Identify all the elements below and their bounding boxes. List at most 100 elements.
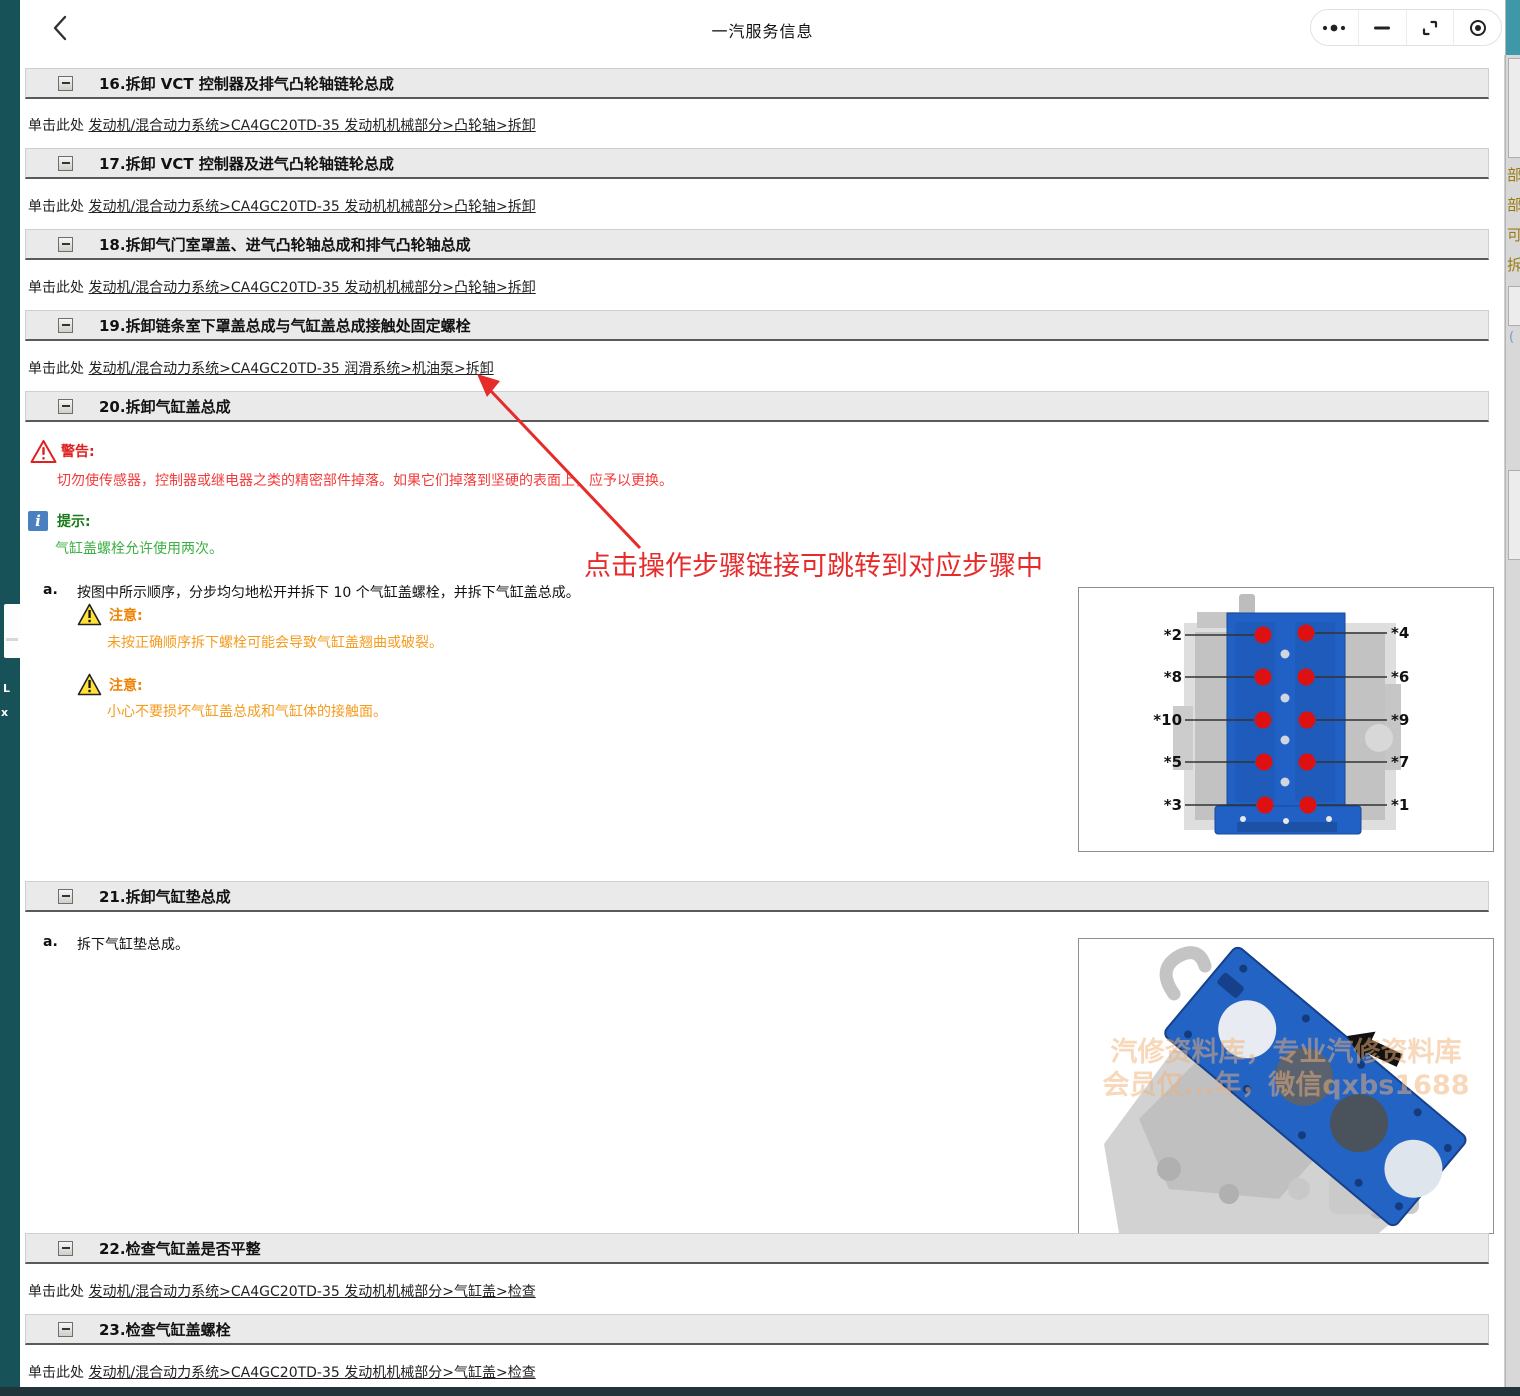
- step-marker: a.: [43, 934, 58, 950]
- section-header-16: 16.拆卸 VCT 控制器及排气凸轮轴链轮总成: [25, 68, 1489, 99]
- head-gasket-diagram-image: 汽修资料库，专业汽修资料库 会员仅...年，微信qxbs1688: [1102, 946, 1470, 1233]
- more-button[interactable]: [1311, 10, 1358, 45]
- click-here-label: 单击此处: [28, 1365, 84, 1381]
- collapse-minus-icon: [61, 324, 70, 326]
- clipped-text-fragment: 可: [1507, 226, 1520, 244]
- collapse-minus-icon: [61, 1328, 70, 1330]
- collapse-button[interactable]: [58, 75, 73, 91]
- watermark-text: 会员仅...年，微信qxbs1688: [1102, 1069, 1469, 1101]
- warning-triangle-icon: [30, 440, 57, 463]
- procedure-link[interactable]: 发动机/混合动力系统>CA4GC20TD-35 发动机机械部分>凸轮轴>拆卸: [88, 118, 535, 134]
- annotation-text: 点击操作步骤链接可跳转到对应步骤中: [584, 551, 1043, 582]
- click-here-label: 单击此处: [28, 199, 84, 215]
- warning-text: 切勿使传感器，控制器或继电器之类的精密部件掉落。如果它们掉落到坚硬的表面上，应予…: [57, 473, 673, 489]
- section-title: 23.检查气缸盖螺栓: [99, 1320, 231, 1339]
- section-header-20: 20.拆卸气缸盖总成: [25, 391, 1489, 422]
- tip-text: 气缸盖螺栓允许使用两次。: [55, 541, 223, 557]
- step-text: 按图中所示顺序，分步均匀地松开并拆下 10 个气缸盖螺栓，并拆下气缸盖总成。: [77, 585, 580, 601]
- info-icon: i: [28, 511, 48, 531]
- page: 一汽服务信息 16.拆卸 VCT 控制器及排气凸轮轴链轮总成 单击此处 发动机/…: [0, 0, 1520, 1396]
- click-here-label: 单击此处: [28, 280, 84, 296]
- bolt-label: *1: [1391, 796, 1409, 814]
- clipped-glyph: (: [1509, 330, 1515, 345]
- back-button[interactable]: [48, 13, 74, 43]
- bolt-label: *3: [1164, 796, 1182, 814]
- bolt-label: *5: [1164, 753, 1182, 771]
- warning-label: 警告:: [61, 444, 95, 460]
- section-header-22: 22.检查气缸盖是否平整: [25, 1233, 1489, 1264]
- bolt-label: *9: [1391, 711, 1409, 729]
- collapse-button[interactable]: [58, 236, 73, 252]
- procedure-link[interactable]: 发动机/混合动力系统>CA4GC20TD-35 润滑系统>机油泵>拆卸: [88, 361, 493, 377]
- section-title: 16.拆卸 VCT 控制器及排气凸轮轴链轮总成: [99, 74, 394, 93]
- right-edge-teal: [1506, 0, 1520, 55]
- window-header: 一汽服务信息: [20, 0, 1505, 55]
- click-here-label: 单击此处: [28, 1284, 84, 1300]
- section-link-row-19: 单击此处 发动机/混合动力系统>CA4GC20TD-35 润滑系统>机油泵>拆卸: [28, 358, 494, 378]
- section-title: 19.拆卸链条室下罩盖总成与气缸盖总成接触处固定螺栓: [99, 316, 471, 335]
- collapse-button[interactable]: [58, 398, 73, 414]
- collapse-minus-icon: [61, 405, 70, 407]
- bolt-label: *10: [1153, 711, 1182, 729]
- clipped-text-fragment: 部: [1507, 166, 1520, 184]
- collapse-button[interactable]: [58, 888, 73, 904]
- fullscreen-icon: [1422, 20, 1437, 35]
- collapse-minus-icon: [61, 243, 70, 245]
- section-title: 17.拆卸 VCT 控制器及进气凸轮轴链轮总成: [99, 154, 394, 173]
- right-edge-panel: 部 部 可 拆 (: [1505, 0, 1520, 1390]
- procedure-link[interactable]: 发动机/混合动力系统>CA4GC20TD-35 发动机机械部分>气缸盖>检查: [88, 1365, 535, 1381]
- record-button[interactable]: [1453, 10, 1501, 45]
- collapse-minus-icon: [61, 82, 70, 84]
- section-header-19: 19.拆卸链条室下罩盖总成与气缸盖总成接触处固定螺栓: [25, 310, 1489, 341]
- bolt-label: *8: [1164, 668, 1182, 686]
- click-here-label: 单击此处: [28, 361, 84, 377]
- collapse-minus-icon: [61, 895, 70, 897]
- desktop-label-fragment: x: [1, 706, 9, 719]
- caution-triangle-icon: [77, 603, 102, 626]
- collapse-button[interactable]: [58, 1321, 73, 1337]
- minimize-icon: [1374, 26, 1391, 29]
- bottom-bar: [0, 1387, 1520, 1396]
- section-header-23: 23.检查气缸盖螺栓: [25, 1314, 1489, 1345]
- click-here-label: 单击此处: [28, 118, 84, 134]
- section-header-21: 21.拆卸气缸垫总成: [25, 881, 1489, 912]
- procedure-link[interactable]: 发动机/混合动力系统>CA4GC20TD-35 发动机机械部分>气缸盖>检查: [88, 1284, 535, 1300]
- clipped-panel-box: [1508, 58, 1520, 158]
- collapse-minus-icon: [61, 162, 70, 164]
- bolt-label: *4: [1391, 624, 1409, 642]
- clipped-panel-box: [1508, 470, 1520, 560]
- left-edge-strip: L x: [0, 0, 20, 1390]
- back-chevron-icon: [53, 15, 67, 41]
- bolt-label: *6: [1391, 668, 1409, 686]
- more-icon: [1323, 24, 1346, 31]
- section-title: 21.拆卸气缸垫总成: [99, 887, 231, 906]
- record-icon: [1469, 19, 1486, 36]
- collapse-minus-icon: [61, 1247, 70, 1249]
- collapse-button[interactable]: [58, 155, 73, 171]
- section-link-row-18: 单击此处 发动机/混合动力系统>CA4GC20TD-35 发动机机械部分>凸轮轴…: [28, 277, 536, 297]
- document-icon: [4, 604, 20, 658]
- tip-label: 提示:: [57, 514, 91, 530]
- bolt-label: *2: [1164, 626, 1182, 644]
- caution-text: 小心不要损坏气缸盖总成和气缸体的接触面。: [107, 704, 387, 720]
- clipped-text-fragment: 部: [1507, 196, 1520, 214]
- fullscreen-button[interactable]: [1405, 10, 1454, 45]
- engine-bolt-diagram-image: *2 *8 *10 *5 *3 *4 *6 *9 *7 *1: [1153, 594, 1409, 835]
- section-header-17: 17.拆卸 VCT 控制器及进气凸轮轴链轮总成: [25, 148, 1489, 179]
- page-title: 一汽服务信息: [711, 22, 814, 41]
- section-link-row-17: 单击此处 发动机/混合动力系统>CA4GC20TD-35 发动机机械部分>凸轮轴…: [28, 196, 536, 216]
- procedure-link[interactable]: 发动机/混合动力系统>CA4GC20TD-35 发动机机械部分>凸轮轴>拆卸: [88, 280, 535, 296]
- clipped-panel-box: [1508, 286, 1520, 326]
- minimize-button[interactable]: [1357, 10, 1406, 45]
- procedure-link[interactable]: 发动机/混合动力系统>CA4GC20TD-35 发动机机械部分>凸轮轴>拆卸: [88, 199, 535, 215]
- section-title: 22.检查气缸盖是否平整: [99, 1239, 261, 1258]
- section-link-row-23: 单击此处 发动机/混合动力系统>CA4GC20TD-35 发动机机械部分>气缸盖…: [28, 1362, 536, 1382]
- collapse-button[interactable]: [58, 317, 73, 333]
- collapse-button[interactable]: [58, 1240, 73, 1256]
- watermark-text: 汽修资料库，专业汽修资料库: [1111, 1037, 1462, 1068]
- section-header-18: 18.拆卸气门室罩盖、进气凸轮轴总成和排气凸轮轴总成: [25, 229, 1489, 260]
- caution-label: 注意:: [109, 678, 143, 694]
- section-link-row-16: 单击此处 发动机/混合动力系统>CA4GC20TD-35 发动机机械部分>凸轮轴…: [28, 115, 536, 135]
- bolt-order-diagram: *2 *8 *10 *5 *3 *4 *6 *9 *7 *1: [1078, 587, 1494, 852]
- clipped-text-fragment: 拆: [1507, 256, 1520, 274]
